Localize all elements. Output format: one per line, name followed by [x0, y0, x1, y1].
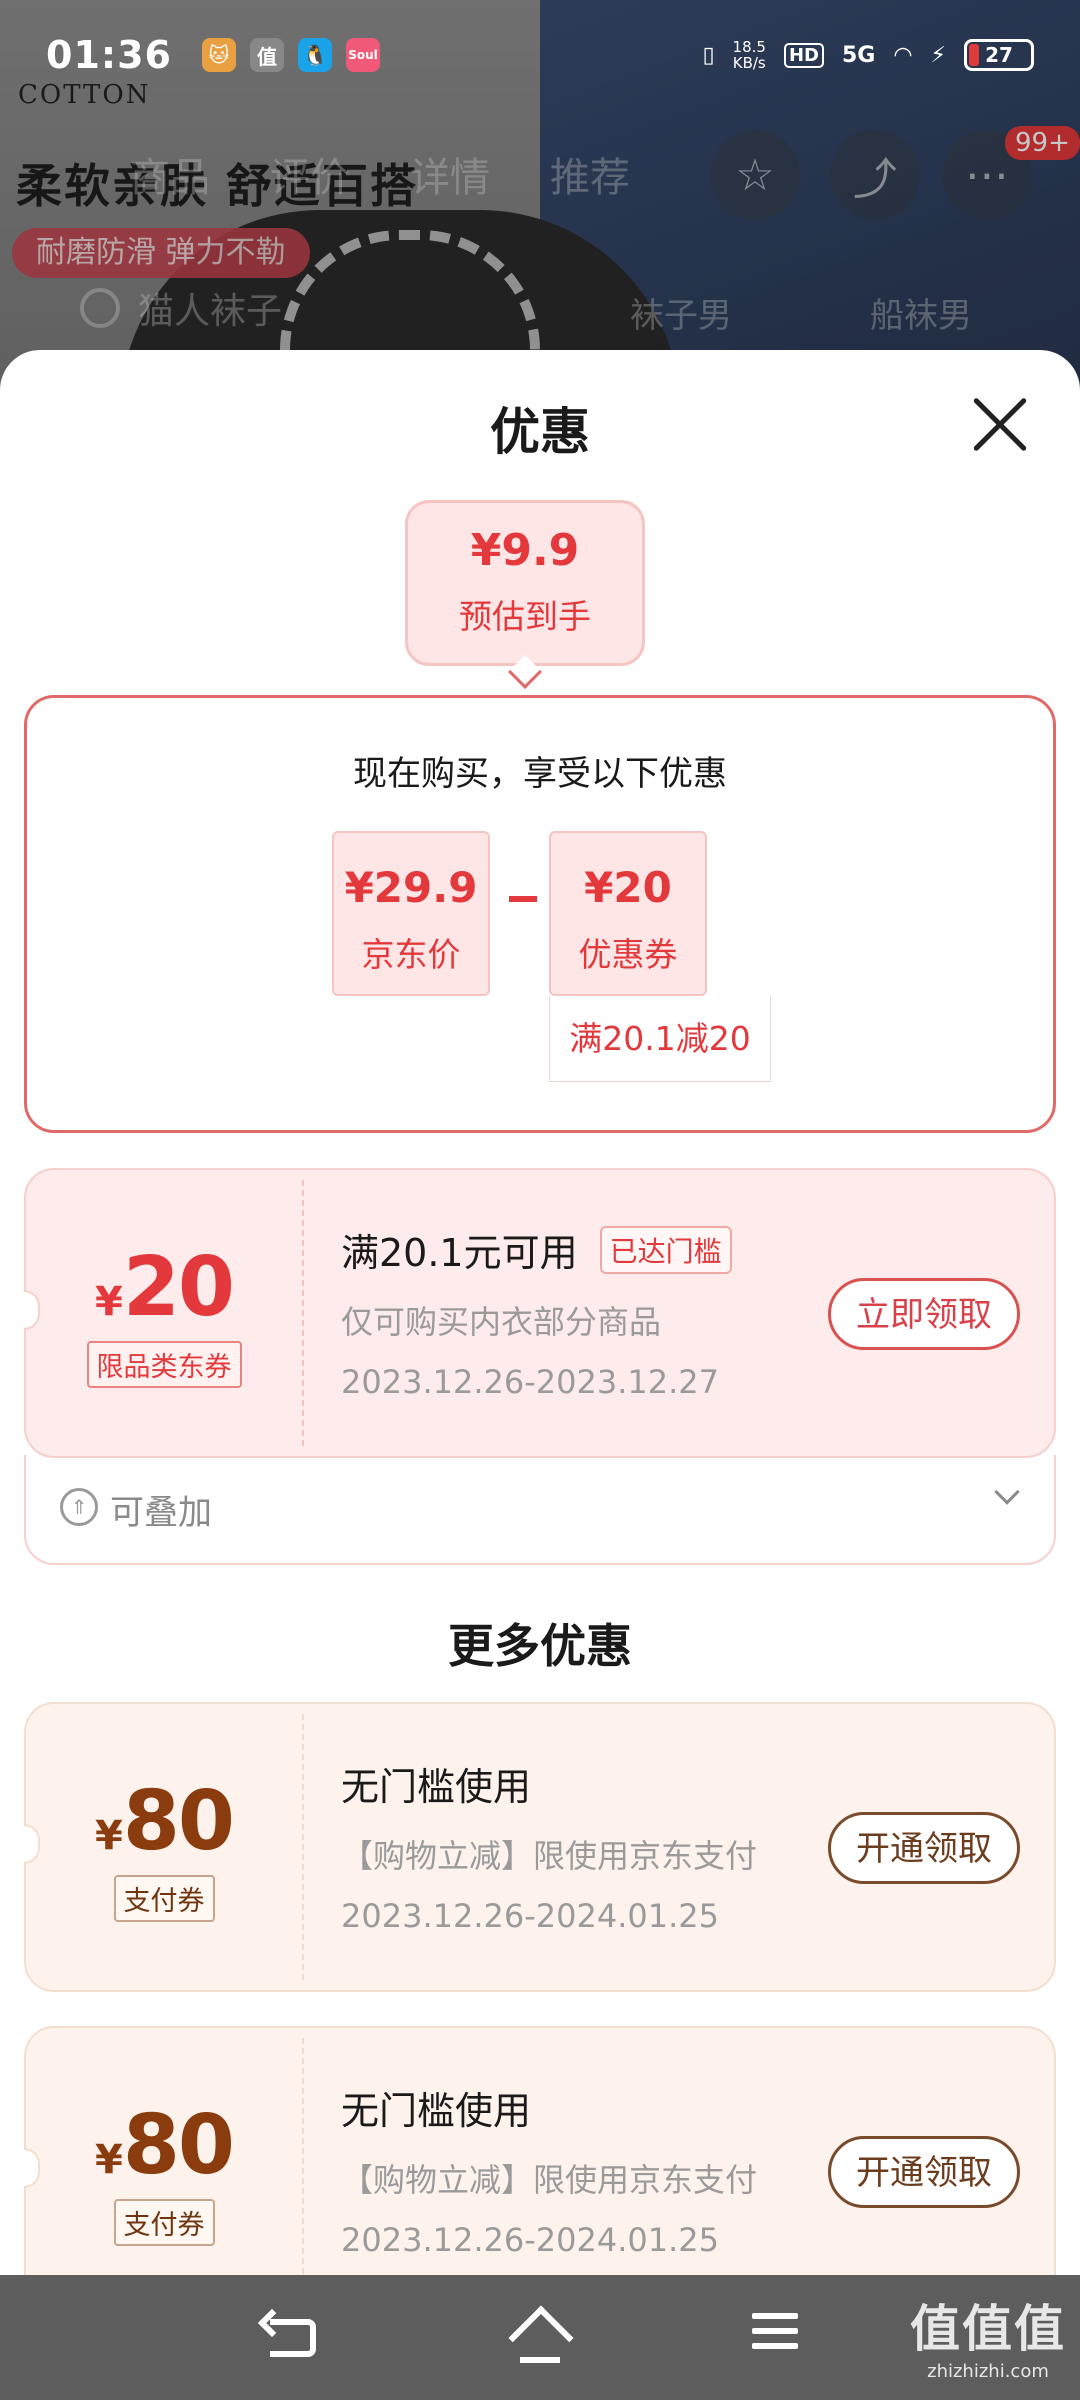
- coupon-title: 无门槛使用: [341, 2089, 532, 2133]
- coupon-validity: 2023.12.26-2023.12.27: [341, 1363, 719, 1401]
- vibrate-icon: ▯: [702, 42, 715, 68]
- network-speed-value: 18.5: [732, 38, 766, 56]
- coupon-type-tag: 限品类东券: [86, 1341, 242, 1388]
- coupon-amount: ¥80 支付券: [26, 2098, 302, 2246]
- coupon-card: ¥20 限品类东券 满20.1元可用 已达门槛 仅可购买内衣部分商品 2023.…: [24, 1168, 1056, 1458]
- jd-price-value: ¥29.9: [344, 863, 478, 912]
- notification-app-icons: 🐱 值 🐧 Soul: [201, 38, 380, 72]
- estimated-price: ¥9.9: [470, 525, 580, 576]
- battery-icon: 27: [964, 39, 1034, 71]
- coupon-type-tag: 支付券: [113, 2199, 215, 2246]
- watermark-url: zhizhizhi.com: [927, 2361, 1049, 2382]
- soul-app-icon: Soul: [345, 38, 380, 72]
- breakdown-heading: 现在购买，享受以下优惠: [353, 754, 727, 794]
- card-divider: [302, 1714, 304, 1980]
- network-speed-unit: KB/s: [732, 54, 766, 72]
- coupon-value-box: ¥20 优惠券: [549, 831, 707, 996]
- payment-coupon-card: ¥80 支付券 无门槛使用 【购物立减】限使用京东支付 2023.12.26-2…: [24, 1702, 1056, 1992]
- card-divider: [302, 1180, 304, 1446]
- menu-icon[interactable]: [752, 2313, 802, 2363]
- coupon-title: 满20.1元可用: [341, 1231, 578, 1275]
- network-speed: 18.5 KB/s: [733, 39, 766, 71]
- jd-price-box: ¥29.9 京东价: [332, 831, 490, 996]
- coupon-title: 无门槛使用: [341, 1765, 532, 1809]
- estimated-price-box: ¥9.9 预估到手: [405, 500, 645, 666]
- threshold-reached-badge: 已达门槛: [599, 1225, 732, 1274]
- close-icon[interactable]: [970, 395, 1030, 455]
- cat-app-icon: 🐱: [201, 38, 236, 72]
- system-navigation-bar: 值值值 zhizhizhi.com: [0, 2275, 1080, 2400]
- coupon-amount-value: 80: [122, 1774, 235, 1869]
- coupon-amount-value: 80: [122, 2098, 235, 2193]
- status-time: 01:36: [46, 33, 172, 77]
- coupon-label: 优惠券: [578, 935, 678, 974]
- coupon-validity: 2023.12.26-2024.01.25: [341, 1897, 719, 1935]
- more-offers-title: 更多优惠: [448, 1619, 632, 1673]
- coupon-validity: 2023.12.26-2024.01.25: [341, 2221, 719, 2259]
- qq-app-icon: 🐧: [297, 38, 332, 72]
- card-divider: [302, 2038, 304, 2275]
- coupon-title-row: 满20.1元可用 已达门槛: [341, 1222, 781, 1277]
- currency-symbol: ¥: [95, 1813, 123, 1859]
- chevron-down-icon[interactable]: [994, 1479, 1020, 1505]
- activate-claim-button[interactable]: 开通领取: [828, 2136, 1020, 2208]
- currency-symbol: ¥: [95, 1279, 123, 1325]
- coupon-amount: ¥80 支付券: [26, 1774, 302, 1922]
- coupon-type-tag: 支付券: [113, 1875, 215, 1922]
- activate-claim-button[interactable]: 开通领取: [828, 1812, 1020, 1884]
- currency-symbol: ¥: [95, 2137, 123, 2183]
- signal-5g-icon: 5G: [841, 42, 876, 68]
- minus-sign: [509, 896, 537, 902]
- stackable-row[interactable]: ⇑ 可叠加: [24, 1455, 1056, 1565]
- coupon-amount-value: 20: [122, 1240, 235, 1335]
- watermark-logo: 值值值: [910, 2300, 1066, 2358]
- claim-now-button[interactable]: 立即领取: [828, 1278, 1020, 1350]
- home-icon[interactable]: [510, 2313, 570, 2363]
- promotion-sheet: 优惠 ¥9.9 预估到手 现在购买，享受以下优惠 ¥29.9 京东价 ¥20 优…: [0, 350, 1080, 2275]
- stackable-label: 可叠加: [110, 1493, 212, 1533]
- wifi-icon: ◠: [893, 42, 913, 68]
- status-indicators: ▯ 18.5 KB/s HD 5G ◠ ⚡ 27: [702, 39, 1034, 71]
- jd-price-label: 京东价: [361, 935, 461, 974]
- coupon-condition: 满20.1减20: [549, 996, 771, 1082]
- coupon-description: 仅可购买内衣部分商品: [341, 1303, 662, 1341]
- coupon-amount: ¥20 限品类东券: [26, 1240, 302, 1388]
- zhi-app-icon: 值: [249, 38, 284, 72]
- sheet-title: 优惠: [490, 403, 590, 461]
- status-bar: 01:36 🐱 值 🐧 Soul ▯ 18.5 KB/s HD 5G ◠ ⚡ 2…: [0, 0, 1080, 110]
- coupon-info: 无门槛使用 【购物立减】限使用京东支付 2023.12.26-2024.01.2…: [341, 2080, 781, 2259]
- charging-icon: ⚡: [930, 42, 946, 68]
- stack-icon: ⇑: [60, 1488, 98, 1526]
- coupon-info: 无门槛使用 【购物立减】限使用京东支付 2023.12.26-2024.01.2…: [341, 1756, 781, 1935]
- payment-coupon-card: ¥80 支付券 无门槛使用 【购物立减】限使用京东支付 2023.12.26-2…: [24, 2026, 1056, 2275]
- price-breakdown: 现在购买，享受以下优惠 ¥29.9 京东价 ¥20 优惠券 满20.1减20: [24, 695, 1056, 1133]
- back-icon[interactable]: [270, 2319, 316, 2357]
- coupon-description: 【购物立减】限使用京东支付: [341, 1837, 758, 1875]
- coupon-info: 满20.1元可用 已达门槛 仅可购买内衣部分商品 2023.12.26-2023…: [341, 1222, 781, 1401]
- hd-icon: HD: [783, 42, 824, 68]
- estimated-price-label: 预估到手: [459, 597, 591, 636]
- watermark: 值值值 zhizhizhi.com: [910, 2289, 1066, 2382]
- coupon-description: 【购物立减】限使用京东支付: [341, 2161, 758, 2199]
- coupon-value: ¥20: [584, 863, 672, 912]
